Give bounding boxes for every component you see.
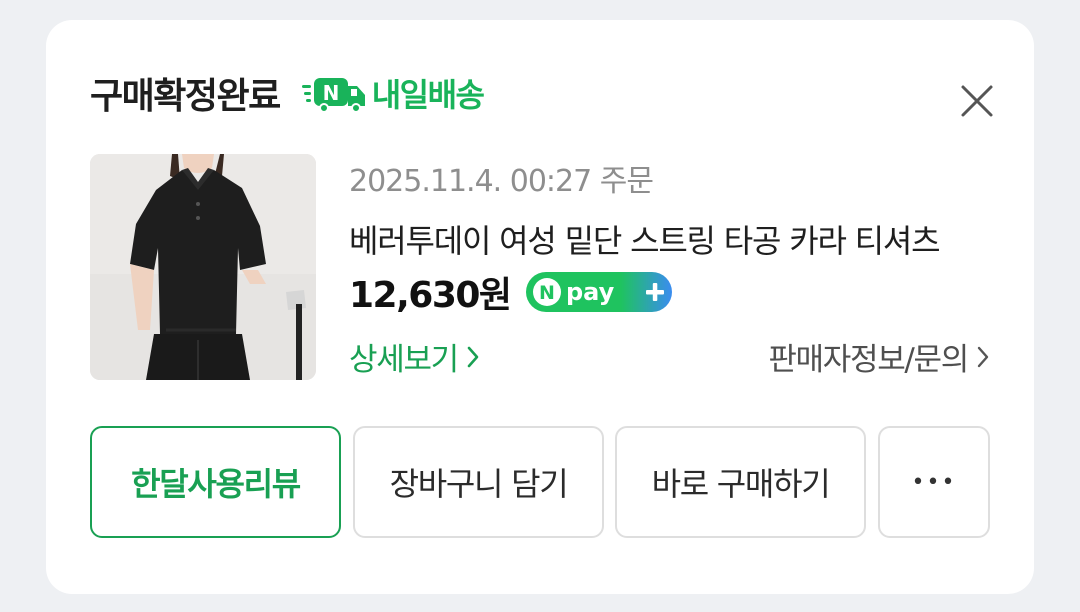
product-price: 12,630원 (349, 275, 512, 316)
chevron-right-icon (977, 346, 989, 367)
price-row: 12,630원 N pay (349, 268, 673, 316)
view-details-link[interactable]: 상세보기 (349, 334, 480, 379)
delivery-label: 내일배송 (371, 76, 485, 114)
more-icon: ••• (911, 469, 957, 495)
close-icon[interactable] (958, 82, 996, 120)
product-image (90, 154, 316, 380)
add-to-cart-button[interactable]: 장바구니 담기 (353, 426, 604, 538)
npay-plus-badge: N pay (525, 272, 672, 312)
delivery-truck-icon: N (301, 78, 365, 112)
seller-info-link[interactable]: 판매자정보/문의 (768, 334, 990, 379)
order-status-title: 구매확정완료 (90, 76, 281, 117)
seller-info-label: 판매자정보/문의 (768, 342, 969, 378)
card-header: 구매확정완료 N 내일배송 (90, 68, 485, 118)
buy-now-button[interactable]: 바로 구매하기 (615, 426, 866, 538)
svg-text:N: N (539, 282, 555, 304)
product-title[interactable]: 베러투데이 여성 밑단 스트링 타공 카라 티셔츠 (349, 216, 994, 262)
monthly-review-button[interactable]: 한달사용리뷰 (90, 426, 341, 538)
view-details-label: 상세보기 (349, 342, 459, 378)
svg-text:pay: pay (566, 278, 615, 306)
product-thumbnail[interactable] (90, 154, 316, 380)
tomorrow-delivery-badge: N 내일배송 (301, 70, 485, 116)
svg-text:N: N (322, 81, 339, 105)
more-options-button[interactable]: ••• (878, 426, 990, 538)
order-date: 2025.11.4. 00:27 주문 (349, 164, 654, 199)
chevron-right-icon (467, 346, 479, 367)
order-card: 구매확정완료 N 내일배송 2025.11.4. 00:27 주문 베러투데이 … (46, 20, 1034, 594)
